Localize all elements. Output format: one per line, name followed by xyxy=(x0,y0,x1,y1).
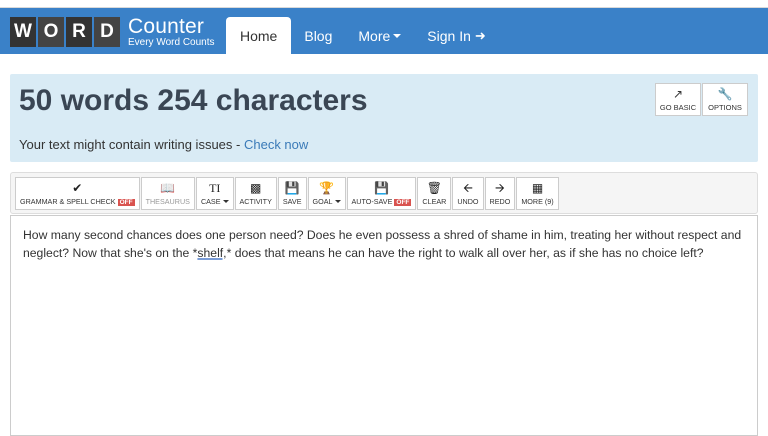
nav-more[interactable]: More xyxy=(345,17,414,54)
external-link-icon: ↗ xyxy=(672,86,684,101)
auto-save-off-badge: OFF xyxy=(394,198,412,206)
goal-label: GOAL xyxy=(312,196,333,206)
editor-text-after: * does that means he can have the right … xyxy=(226,246,704,260)
text-editor[interactable]: How many second chances does one person … xyxy=(10,215,758,436)
main-nav: Home Blog More Sign In ➜ xyxy=(226,17,499,54)
options-button[interactable]: 🔧 OPTIONS xyxy=(702,83,748,116)
case-button[interactable]: TI CASE xyxy=(195,177,234,210)
writing-issues-text: Your text might contain writing issues - xyxy=(19,137,244,152)
logo-counter: Counter xyxy=(128,15,205,38)
nav-home[interactable]: Home xyxy=(226,17,292,54)
checkmark-icon: ✔ xyxy=(72,180,83,195)
nav-more-label: More xyxy=(358,27,391,44)
grid-icon: ▦ xyxy=(531,180,544,195)
logo-letter-r: R xyxy=(66,17,92,47)
go-basic-label: GO BASIC xyxy=(659,102,697,112)
grammar-check-label-row: GRAMMAR & SPELL CHECK OFF xyxy=(20,197,135,206)
clear-button[interactable]: 🗑 CLEAR xyxy=(417,177,452,210)
flagged-word[interactable]: shelf, xyxy=(197,246,226,260)
logo-tagline: Every Word Counts xyxy=(128,37,215,48)
caret-down-icon xyxy=(393,33,402,38)
redo-button[interactable]: 🡪 REDO xyxy=(484,177,516,210)
goal-label-row: GOAL xyxy=(313,197,341,206)
logo-letter-o: O xyxy=(38,17,64,47)
undo-button[interactable]: 🡨 UNDO xyxy=(452,177,484,210)
word-count-title: 50 words 254 characters xyxy=(19,84,368,117)
sign-in-icon: ➜ xyxy=(474,27,486,43)
activity-label: ACTIVITY xyxy=(239,196,272,206)
save-file-icon: 💾 xyxy=(284,180,300,195)
options-label: OPTIONS xyxy=(708,102,742,112)
check-now-link[interactable]: Check now xyxy=(244,137,308,152)
top-strip xyxy=(0,0,768,8)
go-basic-button[interactable]: ↗ GO BASIC xyxy=(655,83,701,116)
writing-issues-notice: Your text might contain writing issues -… xyxy=(19,137,308,152)
grammar-off-badge: OFF xyxy=(117,198,135,206)
save-button[interactable]: 💾 SAVE xyxy=(277,177,307,210)
more-tools-button[interactable]: ▦ MORE (9) xyxy=(516,177,559,210)
thesaurus-button[interactable]: 📖 THESAURUS xyxy=(140,177,195,210)
editor-content[interactable]: How many second chances does one person … xyxy=(11,216,757,272)
stats-panel: 50 words 254 characters Your text might … xyxy=(10,74,758,162)
wrench-icon: 🔧 xyxy=(717,86,733,101)
nav-blog[interactable]: Blog xyxy=(291,17,345,54)
thesaurus-label: THESAURUS xyxy=(145,196,190,206)
book-icon: 📖 xyxy=(160,180,176,195)
toolbar-buttons: ✔ GRAMMAR & SPELL CHECK OFF 📖 THESAURUS T… xyxy=(15,177,560,210)
trophy-icon: 🏆 xyxy=(319,180,334,195)
arrow-right-icon: 🡪 xyxy=(495,180,505,195)
text-case-icon: TI xyxy=(209,180,221,195)
trash-icon: 🗑 xyxy=(426,180,442,195)
goal-caret-icon xyxy=(334,200,341,204)
auto-save-label-row: AUTO-SAVE OFF xyxy=(352,197,412,206)
logo-letter-w: W xyxy=(10,17,36,47)
logo-text: Counter Every Word Counts xyxy=(128,16,215,48)
arrow-left-icon: 🡨 xyxy=(463,180,473,195)
activity-button[interactable]: ▩ ACTIVITY xyxy=(234,177,277,210)
goal-button[interactable]: 🏆 GOAL xyxy=(307,177,346,210)
save-label: SAVE xyxy=(282,196,302,206)
case-caret-icon xyxy=(222,200,229,204)
auto-save-label: AUTO-SAVE xyxy=(351,196,393,206)
floppy-disk-icon: 💾 xyxy=(373,180,389,195)
redo-label: REDO xyxy=(489,196,511,206)
undo-label: UNDO xyxy=(457,196,479,206)
auto-save-button[interactable]: 💾 AUTO-SAVE OFF xyxy=(346,177,417,210)
navbar: W O R D Counter Every Word Counts Home B… xyxy=(0,8,768,54)
logo[interactable]: W O R D Counter Every Word Counts xyxy=(10,16,215,48)
logo-letter-d: D xyxy=(94,17,120,47)
nav-signin[interactable]: Sign In ➜ xyxy=(414,17,499,54)
top-buttons: ↗ GO BASIC 🔧 OPTIONS xyxy=(655,83,748,116)
editor-toolbar: ✔ GRAMMAR & SPELL CHECK OFF 📖 THESAURUS T… xyxy=(10,172,758,214)
nav-signin-label: Sign In xyxy=(427,27,471,44)
grammar-check-label: GRAMMAR & SPELL CHECK xyxy=(20,196,116,206)
case-label: CASE xyxy=(200,196,221,206)
more-tools-label: MORE (9) xyxy=(521,196,554,206)
clear-label: CLEAR xyxy=(422,196,447,206)
case-label-row: CASE xyxy=(201,197,229,206)
grammar-check-button[interactable]: ✔ GRAMMAR & SPELL CHECK OFF xyxy=(15,177,140,210)
bar-chart-icon: ▩ xyxy=(250,180,262,195)
